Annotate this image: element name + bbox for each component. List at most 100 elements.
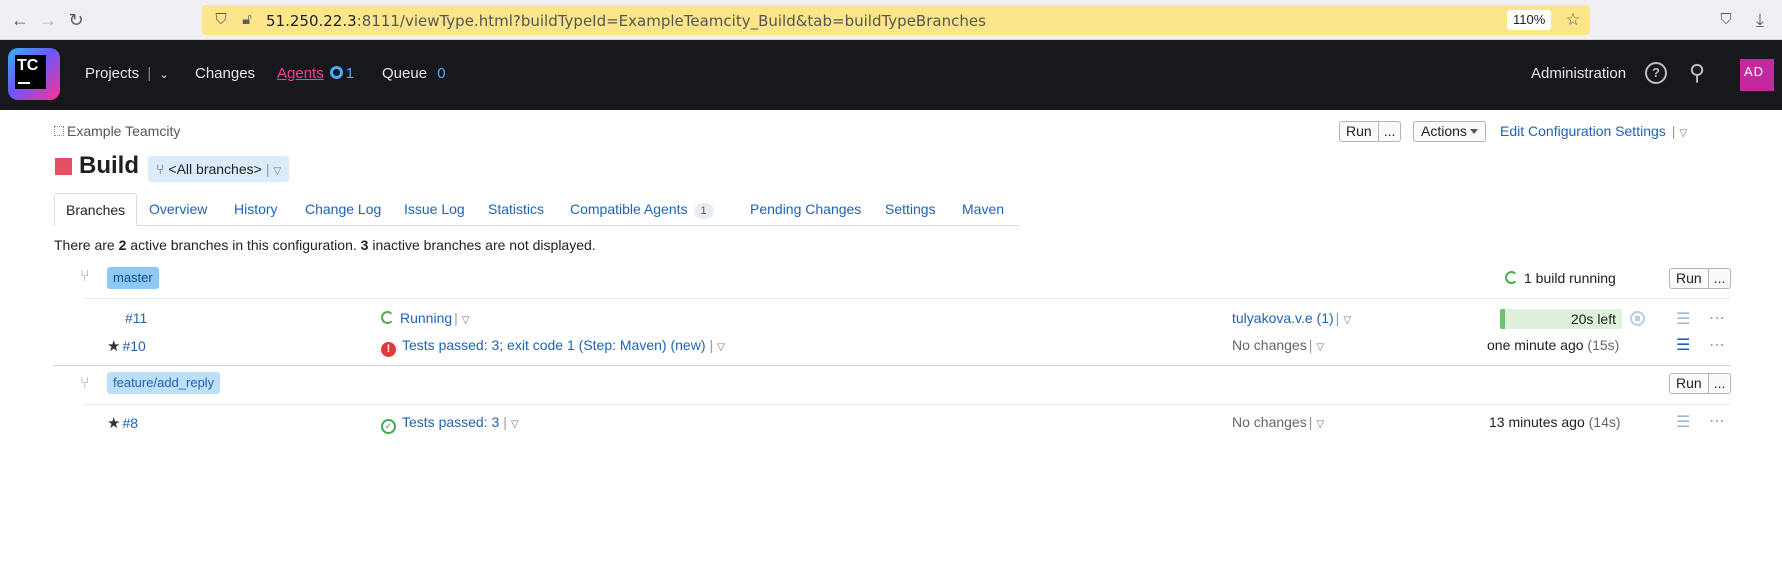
branch-selector[interactable]: ⑂ <All branches> | ▽ xyxy=(148,156,290,182)
actions-button[interactable]: Actions xyxy=(1413,121,1486,142)
tab-compatible-agents[interactable]: Compatible Agents 1 xyxy=(570,193,714,226)
divider xyxy=(84,298,1730,299)
tab-branches[interactable]: Branches xyxy=(54,193,138,226)
compatible-agents-count: 1 xyxy=(693,203,714,219)
triangle-down-icon[interactable]: ▽ xyxy=(1316,342,1324,353)
build-time-8: 13 minutes ago (14s) xyxy=(1489,414,1621,430)
breadcrumb[interactable]: Example Teamcity xyxy=(54,123,180,139)
actions-label: Actions xyxy=(1421,123,1467,139)
more-options-icon[interactable]: ⋯ xyxy=(1709,308,1726,328)
tab-overview[interactable]: Overview xyxy=(149,193,207,226)
build-result-11[interactable]: Running | ▽ xyxy=(381,310,470,326)
agents-count: 1 xyxy=(345,65,355,82)
triangle-down-icon[interactable]: ▽ xyxy=(1343,315,1351,326)
tab-maven[interactable]: Maven xyxy=(962,193,1004,226)
branch-tag-master[interactable]: master xyxy=(107,267,159,289)
success-icon: ✓ xyxy=(381,419,396,434)
breadcrumb-project[interactable]: Example Teamcity xyxy=(67,123,180,139)
branch-run-custom-button[interactable]: ... xyxy=(1708,373,1732,394)
reload-icon[interactable]: ↻ xyxy=(64,8,88,32)
forward-icon[interactable]: → xyxy=(36,8,60,32)
bookmark-star-icon[interactable]: ☆ xyxy=(1564,11,1582,29)
address-bar[interactable]: ⛉ 🔓︎ 51.250.22.3:8111/viewType.html?buil… xyxy=(202,5,1590,35)
branch-icon: ⑂ xyxy=(80,375,90,392)
build-changes-8[interactable]: No changes | ▽ xyxy=(1232,414,1324,430)
branch-divider xyxy=(54,365,1730,366)
tab-settings[interactable]: Settings xyxy=(885,193,936,226)
triangle-down-icon[interactable]: ▽ xyxy=(511,419,519,430)
separator: | xyxy=(265,161,270,177)
divider xyxy=(84,404,1730,405)
nav-projects[interactable]: Projects | ⌄ xyxy=(85,65,169,82)
branch-run-custom-button[interactable]: ... xyxy=(1708,268,1732,289)
branch-icon: ⑂ xyxy=(156,161,165,177)
summary-suffix: inactive branches are not displayed. xyxy=(368,237,596,253)
branch-run-button[interactable]: Run xyxy=(1669,268,1709,289)
separator: | xyxy=(709,337,714,353)
triangle-down-icon[interactable]: ▽ xyxy=(1679,128,1687,139)
build-result-10[interactable]: ! Tests passed: 3; exit code 1 (Step: Mav… xyxy=(381,337,725,357)
build-number-8-label: #8 xyxy=(122,415,139,431)
lock-icon[interactable]: 🔓︎ xyxy=(238,11,256,29)
branch-run-group: Run ... xyxy=(1669,373,1732,394)
teamcity-logo[interactable]: TC xyxy=(8,48,60,100)
layers-icon[interactable]: ☰ xyxy=(1676,335,1690,355)
separator: | xyxy=(1671,123,1676,139)
star-icon[interactable]: ★ xyxy=(107,415,120,432)
avatar[interactable]: AD xyxy=(1740,59,1774,91)
build-duration-10: (15s) xyxy=(1587,337,1620,353)
build-duration-8: (14s) xyxy=(1588,414,1621,430)
build-time-10-label: one minute ago xyxy=(1487,337,1584,353)
tab-change-log[interactable]: Change Log xyxy=(305,193,381,226)
separator: | xyxy=(454,310,458,326)
shield-icon[interactable]: ⛉ xyxy=(212,11,230,29)
build-time-8-label: 13 minutes ago xyxy=(1489,414,1585,430)
nav-changes[interactable]: Changes xyxy=(195,65,255,82)
build-changes-10[interactable]: No changes | ▽ xyxy=(1232,337,1324,353)
chevron-down-icon[interactable]: ⌄ xyxy=(159,69,168,81)
back-icon[interactable]: ← xyxy=(8,8,32,32)
run-custom-button[interactable]: ... xyxy=(1378,121,1402,142)
branch-icon: ⑂ xyxy=(80,268,90,285)
nav-queue[interactable]: Queue 0 xyxy=(382,65,446,82)
stop-build-icon[interactable] xyxy=(1630,311,1645,326)
layers-icon[interactable]: ☰ xyxy=(1676,309,1690,329)
edit-settings-link[interactable]: Edit Configuration Settings | ▽ xyxy=(1500,123,1687,139)
pocket-icon[interactable]: ⛉ xyxy=(1714,8,1738,32)
tab-history[interactable]: History xyxy=(234,193,278,226)
project-icon xyxy=(54,126,64,136)
nav-administration[interactable]: Administration xyxy=(1531,65,1626,82)
triangle-down-icon[interactable]: ▽ xyxy=(1316,419,1324,430)
branch-tag-feature-add-reply[interactable]: feature/add_reply xyxy=(107,372,221,394)
triangle-down-icon[interactable]: ▽ xyxy=(717,342,725,353)
separator: | xyxy=(1308,414,1313,430)
build-changes-10-label: No changes xyxy=(1232,337,1307,353)
zoom-level[interactable]: 110% xyxy=(1507,10,1552,30)
search-icon[interactable]: ⚲ xyxy=(1689,62,1705,84)
build-result-11-label: Running xyxy=(400,310,453,326)
nav-agents[interactable]: Agents 1 xyxy=(277,65,354,82)
browser-toolbar: ← → ↻ ⛉ 🔓︎ 51.250.22.3:8111/viewType.htm… xyxy=(0,0,1782,40)
tab-statistics[interactable]: Statistics xyxy=(488,193,544,226)
page-title: Build xyxy=(79,152,139,179)
build-number-10[interactable]: ★ #10 xyxy=(107,337,146,355)
build-changes-11[interactable]: tulyakova.v.e (1) | ▽ xyxy=(1232,310,1351,326)
more-options-icon[interactable]: ⋯ xyxy=(1709,411,1726,431)
build-number-8[interactable]: ★ #8 xyxy=(107,414,138,432)
tab-issue-log[interactable]: Issue Log xyxy=(404,193,465,226)
download-icon[interactable]: ⤓ xyxy=(1748,8,1772,32)
branch-run-button[interactable]: Run xyxy=(1669,373,1709,394)
build-result-8[interactable]: ✓ Tests passed: 3 | ▽ xyxy=(381,414,519,434)
tab-pending-changes[interactable]: Pending Changes xyxy=(750,193,861,226)
build-changes-11-label: tulyakova.v.e (1) xyxy=(1232,310,1334,326)
url-path: :8111/viewType.html?buildTypeId=ExampleT… xyxy=(356,12,986,30)
help-icon[interactable]: ? xyxy=(1645,62,1667,84)
branch-running-status[interactable]: 1 build running xyxy=(1505,270,1616,286)
more-options-icon[interactable]: ⋯ xyxy=(1709,335,1726,355)
layers-icon[interactable]: ☰ xyxy=(1676,412,1690,432)
star-icon[interactable]: ★ xyxy=(107,338,120,355)
triangle-down-icon[interactable]: ▽ xyxy=(462,315,470,326)
run-button[interactable]: Run xyxy=(1339,121,1379,142)
build-number-11[interactable]: #11 xyxy=(125,310,147,326)
url-text: 51.250.22.3:8111/viewType.html?buildType… xyxy=(266,12,986,30)
